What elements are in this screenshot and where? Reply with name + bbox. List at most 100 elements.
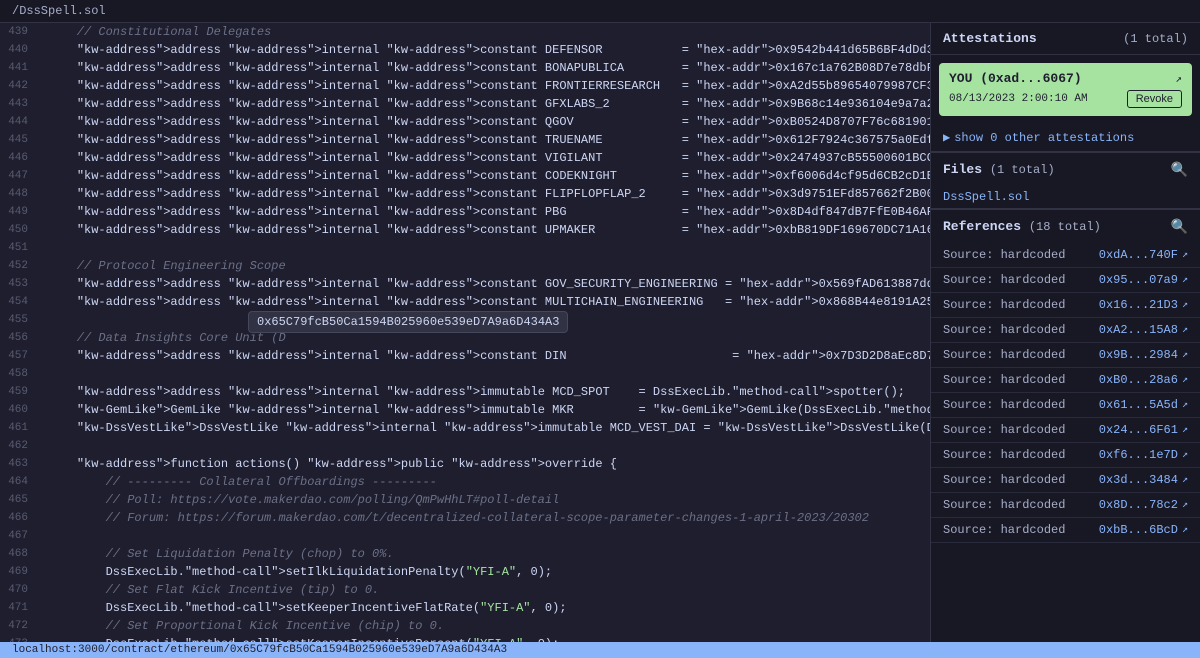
ref-link-icon[interactable]: ↗ — [1182, 349, 1188, 361]
table-row: 471 DssExecLib."method-call">setKeeperIn… — [0, 599, 930, 617]
table-row: 453 "kw-address">address "kw-address">in… — [0, 275, 930, 293]
table-row: 445 "kw-address">address "kw-address">in… — [0, 131, 930, 149]
table-row: 439 // Constitutional Delegates — [0, 23, 930, 41]
ref-item: Source: hardcoded0x61...5A5d↗ — [931, 393, 1200, 418]
references-title: References (18 total) — [943, 219, 1101, 234]
line-content: "kw-address">address "kw-address">intern… — [40, 167, 930, 185]
ref-address[interactable]: 0xB0...28a6↗ — [1099, 373, 1188, 387]
ref-link-icon[interactable]: ↗ — [1182, 299, 1188, 311]
line-content — [40, 365, 930, 383]
ref-source: Source: hardcoded — [943, 423, 1065, 437]
line-number: 460 — [0, 401, 40, 419]
line-content: // Poll: https://vote.makerdao.com/polli… — [40, 491, 930, 509]
code-panel: 0x65C79fcB50Ca1594B025960e539eD7A9a6D434… — [0, 23, 930, 642]
ref-item: Source: hardcoded0x8D...78c2↗ — [931, 493, 1200, 518]
ref-item: Source: hardcoded0x9B...2984↗ — [931, 343, 1200, 368]
line-content: "kw-address">address "kw-address">intern… — [40, 293, 930, 311]
files-search-icon[interactable]: 🔍 — [1171, 161, 1188, 178]
table-row: 459 "kw-address">address "kw-address">in… — [0, 383, 930, 401]
line-number: 441 — [0, 59, 40, 77]
table-row: 466 // Forum: https://forum.makerdao.com… — [0, 509, 930, 527]
files-section: Files (1 total) 🔍 DssSpell.sol — [931, 152, 1200, 209]
line-content: // Set Proportional Kick Incentive (chip… — [40, 617, 930, 635]
ref-address[interactable]: 0x95...07a9↗ — [1099, 273, 1188, 287]
ref-link-icon[interactable]: ↗ — [1182, 524, 1188, 536]
line-content: "kw-DssVestLike">DssVestLike "kw-address… — [40, 419, 930, 437]
ref-item: Source: hardcoded0x95...07a9↗ — [931, 268, 1200, 293]
ref-address[interactable]: 0xA2...15A8↗ — [1099, 323, 1188, 337]
attestations-count: (1 total) — [1123, 32, 1188, 46]
table-row: 458 — [0, 365, 930, 383]
line-number: 468 — [0, 545, 40, 563]
ref-address[interactable]: 0x8D...78c2↗ — [1099, 498, 1188, 512]
ref-link-icon[interactable]: ↗ — [1182, 274, 1188, 286]
table-row: 454 "kw-address">address "kw-address">in… — [0, 293, 930, 311]
line-number: 473 — [0, 635, 40, 642]
ref-item: Source: hardcoded0xbB...6BcD↗ — [931, 518, 1200, 543]
line-content: "kw-address">address "kw-address">intern… — [40, 149, 930, 167]
line-content: DssExecLib."method-call">setKeeperIncent… — [40, 599, 930, 617]
address-tooltip: 0x65C79fcB50Ca1594B025960e539eD7A9a6D434… — [248, 311, 568, 333]
line-number: 451 — [0, 239, 40, 257]
line-number: 472 — [0, 617, 40, 635]
attestation-address: YOU (0xad...6067) — [949, 71, 1082, 86]
ref-item: Source: hardcoded0xB0...28a6↗ — [931, 368, 1200, 393]
table-row: 473 DssExecLib."method-call">setKeeperIn… — [0, 635, 930, 642]
ref-address[interactable]: 0x16...21D3↗ — [1099, 298, 1188, 312]
line-number: 446 — [0, 149, 40, 167]
ref-link-icon[interactable]: ↗ — [1182, 374, 1188, 386]
attestation-link-icon[interactable]: ↗ — [1175, 72, 1182, 86]
ref-link-icon[interactable]: ↗ — [1182, 399, 1188, 411]
line-number: 455 — [0, 311, 40, 329]
status-url: localhost:3000/contract/ethereum/0x65C79… — [12, 644, 507, 656]
show-other-attestations[interactable]: ▶ show 0 other attestations — [931, 124, 1200, 152]
ref-address[interactable]: 0xf6...1e7D↗ — [1099, 448, 1188, 462]
line-content — [40, 239, 930, 257]
references-search-icon[interactable]: 🔍 — [1171, 218, 1188, 235]
ref-address[interactable]: 0x61...5A5d↗ — [1099, 398, 1188, 412]
line-number: 458 — [0, 365, 40, 383]
line-number: 469 — [0, 563, 40, 581]
line-content: "kw-address">address "kw-address">intern… — [40, 95, 930, 113]
ref-address[interactable]: 0xbB...6BcD↗ — [1099, 523, 1188, 537]
table-row: 464 // --------- Collateral Offboardings… — [0, 473, 930, 491]
ref-link-icon[interactable]: ↗ — [1182, 449, 1188, 461]
line-number: 462 — [0, 437, 40, 455]
table-row: 465 // Poll: https://vote.makerdao.com/p… — [0, 491, 930, 509]
ref-item: Source: hardcoded0xdA...740F↗ — [931, 243, 1200, 268]
line-content: "kw-address">address "kw-address">intern… — [40, 203, 930, 221]
table-row: 448 "kw-address">address "kw-address">in… — [0, 185, 930, 203]
ref-link-icon[interactable]: ↗ — [1182, 424, 1188, 436]
ref-address[interactable]: 0x9B...2984↗ — [1099, 348, 1188, 362]
line-number: 449 — [0, 203, 40, 221]
line-content: "kw-address">address "kw-address">intern… — [40, 41, 930, 59]
line-content: "kw-address">address "kw-address">intern… — [40, 347, 930, 365]
ref-link-icon[interactable]: ↗ — [1182, 499, 1188, 511]
table-row: 446 "kw-address">address "kw-address">in… — [0, 149, 930, 167]
ref-link-icon[interactable]: ↗ — [1182, 324, 1188, 336]
table-row: 461 "kw-DssVestLike">DssVestLike "kw-add… — [0, 419, 930, 437]
ref-address[interactable]: 0xdA...740F↗ — [1099, 248, 1188, 262]
line-content: // Set Flat Kick Incentive (tip) to 0. — [40, 581, 930, 599]
line-content — [40, 527, 930, 545]
line-number: 445 — [0, 131, 40, 149]
line-number: 467 — [0, 527, 40, 545]
file-item[interactable]: DssSpell.sol — [931, 186, 1200, 209]
table-row: 452 // Protocol Engineering Scope — [0, 257, 930, 275]
ref-link-icon[interactable]: ↗ — [1182, 474, 1188, 486]
ref-address[interactable]: 0x24...6F61↗ — [1099, 423, 1188, 437]
ref-source: Source: hardcoded — [943, 473, 1065, 487]
line-number: 464 — [0, 473, 40, 491]
line-content: "kw-address">address "kw-address">intern… — [40, 383, 930, 401]
table-row: 451 — [0, 239, 930, 257]
table-row: 457 "kw-address">address "kw-address">in… — [0, 347, 930, 365]
references-header: References (18 total) 🔍 — [931, 210, 1200, 243]
ref-address[interactable]: 0x3d...3484↗ — [1099, 473, 1188, 487]
attestation-card: YOU (0xad...6067) ↗ 08/13/2023 2:00:10 A… — [939, 63, 1192, 116]
revoke-button[interactable]: Revoke — [1127, 90, 1182, 108]
attestation-timestamp: 08/13/2023 2:00:10 AM — [949, 93, 1088, 105]
ref-link-icon[interactable]: ↗ — [1182, 249, 1188, 261]
table-row: 450 "kw-address">address "kw-address">in… — [0, 221, 930, 239]
line-number: 448 — [0, 185, 40, 203]
line-content: // Set Liquidation Penalty (chop) to 0%. — [40, 545, 930, 563]
